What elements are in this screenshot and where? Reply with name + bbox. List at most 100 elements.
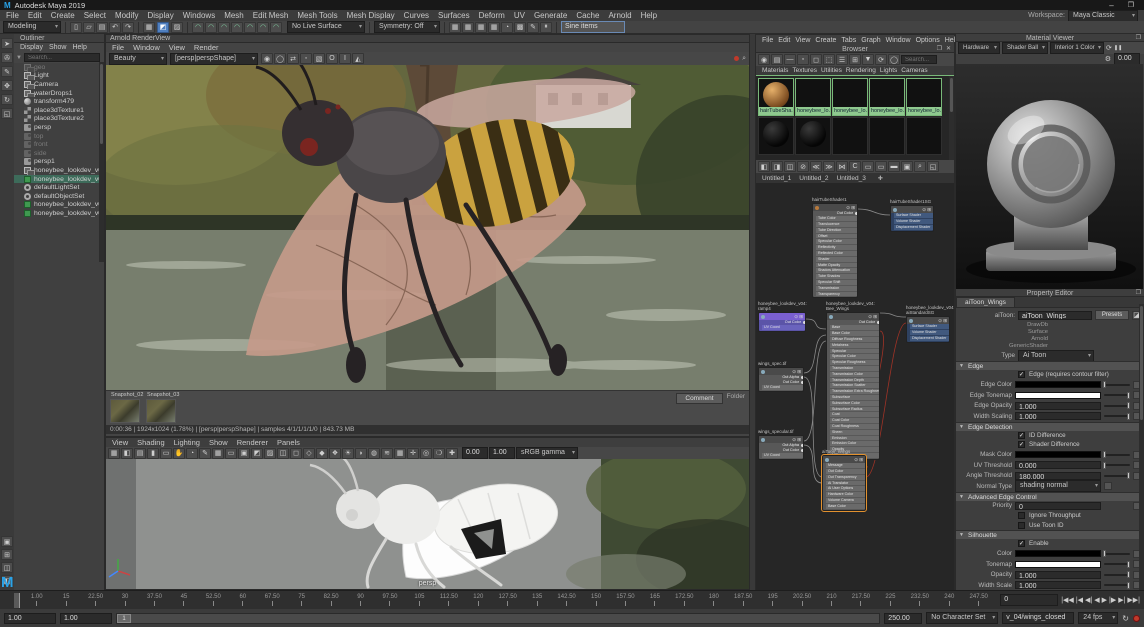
renderview-menu-item[interactable]: View [169, 43, 185, 52]
attribute-slider[interactable] [1104, 412, 1130, 420]
hypershade-category-tab[interactable]: Lights [880, 67, 897, 74]
render-view-icon[interactable]: ▦ [449, 21, 461, 33]
node-attribute-row[interactable]: Transmission Extra Roughness [830, 389, 879, 394]
exposure-field[interactable]: 0.00 [462, 447, 488, 459]
step-back-key-button[interactable]: ◀| [1085, 596, 1092, 604]
menu-item[interactable]: Edit [28, 11, 42, 20]
menu-item[interactable]: Create [51, 11, 75, 20]
safe-title-icon[interactable]: ◻ [290, 447, 302, 459]
shader-node-header[interactable]: ⊙ ⊞ [827, 313, 879, 321]
clear-graph-icon[interactable]: ◯ [888, 54, 900, 65]
menu-item[interactable]: Generate [534, 11, 567, 20]
color-swatch[interactable] [1015, 560, 1101, 568]
open-scene-icon[interactable]: ▱ [83, 21, 95, 33]
save-scene-icon[interactable]: ▤ [96, 21, 108, 33]
material-swatch[interactable]: honeybee_lo... [906, 78, 942, 116]
node-attribute-row[interactable]: Volume Camera [826, 497, 865, 503]
shader-node[interactable]: honeybee_lookdev_v04: aiStandardSG ⊙ ⊞ Sur… [906, 305, 954, 343]
aov-selector[interactable]: Beauty [109, 52, 167, 65]
color-swatch[interactable] [1015, 550, 1101, 558]
play-backwards-button[interactable]: ◀ [1094, 596, 1099, 604]
ai-denoiser-icon[interactable]: ◭ [352, 53, 364, 64]
zoom-in-icon[interactable]: ⌕ [914, 161, 926, 172]
outliner-item[interactable]: honeybee_lookdev_v04a [14, 209, 104, 218]
node-name-field[interactable]: aiToon_Wings [1018, 310, 1092, 320]
node-attribute-row[interactable]: Base Color [830, 331, 879, 336]
material-swatch[interactable]: hairTubeSha... [758, 78, 794, 116]
snap-point-icon[interactable]: ◠ [218, 21, 230, 33]
type-selector[interactable]: Ai Toon [1018, 349, 1094, 362]
viewport-menu-item[interactable]: Lighting [174, 438, 200, 447]
material-preview[interactable] [956, 64, 1143, 289]
viewer-geometry-selector[interactable]: Shader Ball [1002, 42, 1048, 54]
viewport-menu-item[interactable]: Shading [137, 438, 165, 447]
outliner-menu-item[interactable]: Help [72, 44, 86, 51]
section-header[interactable]: Edge [956, 361, 1144, 371]
slider-handle[interactable] [1126, 571, 1130, 579]
material-swatch[interactable] [758, 117, 794, 155]
material-swatch[interactable]: honeybee_lo... [795, 78, 831, 116]
menu-item[interactable]: Modify [115, 11, 139, 20]
make-live-icon[interactable]: ◠ [257, 21, 269, 33]
node-expand-icon[interactable]: ⊙ ⊞ [792, 437, 801, 443]
wireframe-icon[interactable]: ◇ [303, 447, 315, 459]
hypershade-menu-item[interactable]: Options [916, 37, 940, 44]
node-expand-icon[interactable]: ⊙ ⊞ [938, 318, 947, 324]
menu-set-selector[interactable]: Modeling [3, 21, 61, 33]
node-attribute-row[interactable]: Transmission Scatter [830, 383, 879, 389]
menu-item[interactable]: Edit Mesh [253, 11, 289, 20]
node-attribute-row[interactable]: Base Color [826, 503, 865, 509]
shader-node-header[interactable]: ⊙ ⊞ [759, 313, 805, 321]
shadows-icon[interactable]: ◗ [355, 447, 367, 459]
swatch-small-icon[interactable]: ▫ [797, 54, 809, 65]
region-render-icon[interactable]: ▧ [313, 53, 325, 64]
node-attribute-row[interactable]: Coat Color [830, 418, 879, 423]
slider-handle[interactable] [1126, 472, 1130, 480]
current-frame-field[interactable]: 0 [1000, 594, 1059, 606]
sort-name-icon[interactable]: ▤ [771, 54, 783, 65]
remove-selected-icon[interactable]: ≫ [823, 161, 835, 172]
joints-xray-icon[interactable]: ✚ [446, 447, 458, 459]
node-attribute-row[interactable]: Subsurface Color [830, 400, 879, 406]
float-panel-icon[interactable]: ❐ [1136, 34, 1141, 43]
hypershade-category-tab[interactable]: Utilities [821, 67, 842, 74]
pause-viewport-icon[interactable]: ⏸ [540, 21, 552, 33]
swatch-scrollbar[interactable] [949, 76, 954, 160]
viewport-menu-item[interactable]: Show [209, 438, 228, 447]
node-attribute-row[interactable]: Volume Shader [894, 219, 933, 224]
select-camera-icon[interactable]: ▦ [108, 447, 120, 459]
hypershade-menu-item[interactable]: Create [815, 37, 836, 44]
node-attribute-row[interactable]: Base [830, 325, 879, 331]
node-attribute-row[interactable]: Specular Roughness [830, 360, 879, 365]
material-swatch[interactable]: honeybee_lo... [869, 78, 905, 116]
textured-icon[interactable]: ❖ [329, 447, 341, 459]
zoom-level-icon[interactable]: ⌕ [742, 55, 746, 63]
attribute-slider[interactable] [1103, 451, 1130, 459]
node-attribute-row[interactable]: Displacement Shader [894, 224, 933, 230]
output-connections-icon[interactable]: ◨ [771, 161, 783, 172]
node-attribute-row[interactable]: Reflectivity [816, 245, 857, 250]
node-attribute-row[interactable]: Tube Shadow [816, 274, 857, 279]
node-attribute-row[interactable]: Out Color [826, 469, 865, 474]
node-attribute-row[interactable]: Transmission Depth [830, 377, 879, 383]
menu-item[interactable]: Help [641, 11, 657, 20]
shader-node-header[interactable]: ⊙ ⊞ [891, 206, 933, 214]
outliner-item[interactable]: defaultObjectSet [14, 192, 104, 201]
attribute-dropdown[interactable]: shading normal [1015, 480, 1101, 493]
list-view-icon[interactable]: ☰ [836, 54, 848, 65]
color-swatch[interactable] [1015, 391, 1101, 399]
node-attribute-row[interactable]: Specular Color [816, 239, 857, 245]
lasso-tool-icon[interactable]: ✇ [1, 52, 13, 63]
swatch-large-icon[interactable]: ⬚ [823, 54, 835, 65]
shader-node-header[interactable]: ⊙ ⊞ [907, 317, 949, 325]
workspace-selector[interactable]: Maya Classic [1068, 9, 1138, 22]
single-pane-layout-icon[interactable]: ▣ [1, 536, 13, 547]
graph-tab[interactable]: Untitled_2 [799, 175, 828, 182]
hypershade-menu-item[interactable]: View [795, 37, 810, 44]
snap-plane-icon[interactable]: ◠ [231, 21, 243, 33]
node-attribute-row[interactable]: Surface Shader [910, 324, 949, 330]
node-attribute-row[interactable]: UV Coord [762, 325, 805, 331]
node-attribute-row[interactable]: Sheen [830, 429, 879, 435]
simple-mode-icon[interactable]: ▭ [862, 161, 874, 172]
checkbox[interactable]: ✓ [1018, 540, 1025, 548]
